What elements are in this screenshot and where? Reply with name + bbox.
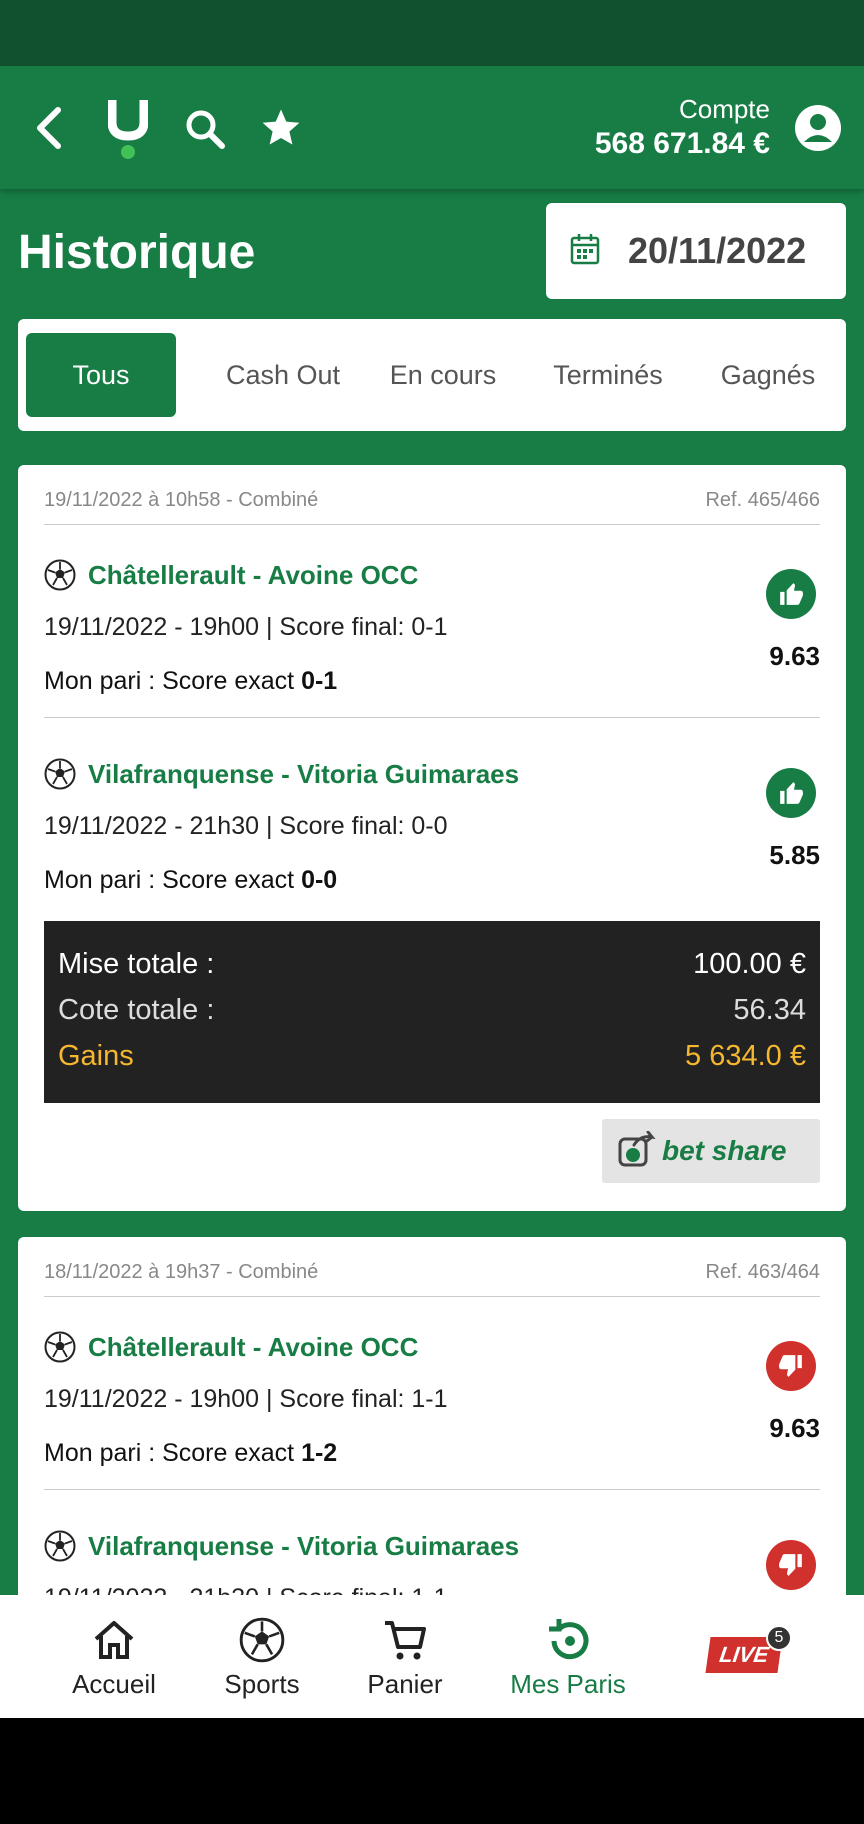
odd-value: 9.63 bbox=[769, 641, 820, 671]
match-info: 19/11/2022 - 21h30 | Score final: 1-1 bbox=[44, 1584, 448, 1595]
divider bbox=[44, 1489, 820, 1490]
match-link[interactable]: Vilafranquense - Vitoria Guimaraes bbox=[44, 758, 519, 790]
filter-tabs: Tous Cash Out En cours Terminés Gagnés bbox=[18, 319, 846, 431]
total-odds-value: 56.34 bbox=[733, 994, 806, 1026]
total-stake-row: Mise totale : 100.00 € bbox=[58, 941, 806, 987]
nav-mes-paris[interactable]: Mes Paris bbox=[498, 1595, 638, 1718]
nav-panier[interactable]: Panier bbox=[355, 1595, 455, 1718]
match-info: 19/11/2022 - 19h00 | Score final: 1-1 bbox=[44, 1385, 448, 1413]
bet-date: 19/11/2022 à 10h58 - Combiné bbox=[44, 489, 319, 511]
bet-leg: Vilafranquense - Vitoria Guimaraes 19/11… bbox=[44, 1530, 820, 1595]
total-stake-value: 100.00 € bbox=[693, 948, 806, 980]
tab-en-cours[interactable]: En cours bbox=[368, 333, 518, 417]
nav-live-label: LIVE bbox=[717, 1642, 771, 1667]
nav-sports[interactable]: Sports bbox=[212, 1595, 312, 1718]
nav-sports-label: Sports bbox=[224, 1669, 300, 1699]
thumbs-up-icon bbox=[766, 569, 816, 619]
bet-leg: Châtellerault - Avoine OCC 19/11/2022 - … bbox=[44, 559, 820, 719]
status-bar bbox=[0, 0, 864, 66]
cart-icon bbox=[382, 1617, 428, 1663]
match-link[interactable]: Châtellerault - Avoine OCC bbox=[44, 1331, 418, 1363]
nav-mes-paris-label: Mes Paris bbox=[510, 1669, 626, 1699]
odd-value: 5.85 bbox=[769, 840, 820, 870]
match-name: Châtellerault - Avoine OCC bbox=[88, 559, 419, 590]
tab-termines[interactable]: Terminés bbox=[533, 333, 683, 417]
match-name: Châtellerault - Avoine OCC bbox=[88, 1331, 419, 1362]
favorites-star-icon[interactable] bbox=[258, 104, 304, 150]
my-bet-value: 0-1 bbox=[301, 667, 338, 695]
soccer-ball-icon bbox=[44, 559, 76, 591]
soccer-ball-icon bbox=[44, 1530, 76, 1562]
bet-card[interactable]: 19/11/2022 à 10h58 - Combiné Ref. 465/46… bbox=[18, 465, 846, 1211]
app-header: Compte 568 671.84 € bbox=[0, 66, 864, 189]
winnings-value: 5 634.0 € bbox=[685, 1040, 806, 1072]
soccer-ball-icon bbox=[239, 1617, 285, 1663]
my-bet-label: Mon pari : Score exact bbox=[44, 866, 302, 894]
match-name: Vilafranquense - Vitoria Guimaraes bbox=[88, 758, 520, 789]
tab-cash-out[interactable]: Cash Out bbox=[208, 333, 358, 417]
brand-logo-icon[interactable] bbox=[106, 96, 150, 162]
total-stake-label: Mise totale : bbox=[58, 948, 215, 980]
my-bet: Mon pari : Score exact 0-1 bbox=[44, 667, 337, 696]
bet-card[interactable]: 18/11/2022 à 19h37 - Combiné Ref. 463/46… bbox=[18, 1237, 846, 1595]
history-icon bbox=[545, 1617, 591, 1663]
calendar-icon bbox=[570, 233, 606, 269]
bet-share-button[interactable]: bet share bbox=[602, 1119, 820, 1183]
bet-share-label: bet share bbox=[662, 1135, 787, 1166]
bet-summary: Mise totale : 100.00 € Cote totale : 56.… bbox=[44, 921, 820, 1103]
bet-card-header: 18/11/2022 à 19h37 - Combiné Ref. 463/46… bbox=[44, 1237, 820, 1297]
odd-value: 9.63 bbox=[769, 1413, 820, 1443]
bet-ref: Ref. 465/466 bbox=[705, 489, 820, 511]
nav-accueil[interactable]: Accueil bbox=[64, 1595, 164, 1718]
bet-ref: Ref. 463/464 bbox=[705, 1261, 820, 1283]
bet-date: 18/11/2022 à 19h37 - Combiné bbox=[44, 1261, 319, 1283]
my-bet-label: Mon pari : Score exact bbox=[44, 667, 302, 695]
my-bet: Mon pari : Score exact 0-0 bbox=[44, 866, 337, 895]
match-link[interactable]: Châtellerault - Avoine OCC bbox=[44, 559, 418, 591]
thumbs-down-icon bbox=[766, 1341, 816, 1391]
bottom-navigation: Accueil Sports Panier Mes Paris LIVE 5 bbox=[0, 1595, 864, 1718]
date-picker[interactable]: 20/11/2022 bbox=[546, 203, 846, 299]
my-bet: Mon pari : Score exact 1-2 bbox=[44, 1439, 337, 1468]
account-balance: 568 671.84 € bbox=[594, 127, 770, 160]
total-odds-row: Cote totale : 56.34 bbox=[58, 987, 806, 1033]
my-bet-value: 1-2 bbox=[301, 1439, 338, 1467]
live-count-badge: 5 bbox=[766, 1625, 792, 1651]
bet-card-header: 19/11/2022 à 10h58 - Combiné Ref. 465/46… bbox=[44, 465, 820, 525]
soccer-ball-icon bbox=[44, 758, 76, 790]
tab-gagnes[interactable]: Gagnés bbox=[698, 333, 838, 417]
winnings-row: Gains 5 634.0 € bbox=[58, 1033, 806, 1079]
bet-leg: Châtellerault - Avoine OCC 19/11/2022 - … bbox=[44, 1331, 820, 1491]
selected-date: 20/11/2022 bbox=[628, 230, 807, 271]
winnings-label: Gains bbox=[58, 1040, 134, 1072]
user-avatar-icon[interactable] bbox=[794, 104, 842, 152]
tab-tous[interactable]: Tous bbox=[26, 333, 176, 417]
match-link[interactable]: Vilafranquense - Vitoria Guimaraes bbox=[44, 1530, 519, 1562]
main-content[interactable]: Historique 20/11/2022 Tous Cash Out En c… bbox=[0, 189, 864, 1595]
match-info: 19/11/2022 - 21h30 | Score final: 0-0 bbox=[44, 812, 448, 840]
search-icon[interactable] bbox=[182, 106, 228, 152]
share-icon bbox=[618, 1130, 656, 1172]
divider bbox=[44, 717, 820, 718]
soccer-ball-icon bbox=[44, 1331, 76, 1363]
back-arrow-icon[interactable] bbox=[24, 104, 72, 152]
account-label: Compte bbox=[678, 94, 770, 124]
nav-panier-label: Panier bbox=[367, 1669, 443, 1699]
my-bet-value: 0-0 bbox=[301, 866, 338, 894]
thumbs-down-icon bbox=[766, 1540, 816, 1590]
my-bet-label: Mon pari : Score exact bbox=[44, 1439, 302, 1467]
match-name: Vilafranquense - Vitoria Guimaraes bbox=[88, 1530, 520, 1561]
match-info: 19/11/2022 - 19h00 | Score final: 0-1 bbox=[44, 613, 448, 641]
page-title: Historique bbox=[18, 226, 256, 279]
home-icon bbox=[91, 1617, 137, 1663]
thumbs-up-icon bbox=[766, 768, 816, 818]
total-odds-label: Cote totale : bbox=[58, 994, 215, 1026]
bet-leg: Vilafranquense - Vitoria Guimaraes 19/11… bbox=[44, 758, 820, 918]
system-navigation-bar bbox=[0, 1718, 864, 1824]
nav-accueil-label: Accueil bbox=[72, 1669, 156, 1699]
account-summary[interactable]: Compte 568 671.84 € bbox=[595, 94, 770, 164]
